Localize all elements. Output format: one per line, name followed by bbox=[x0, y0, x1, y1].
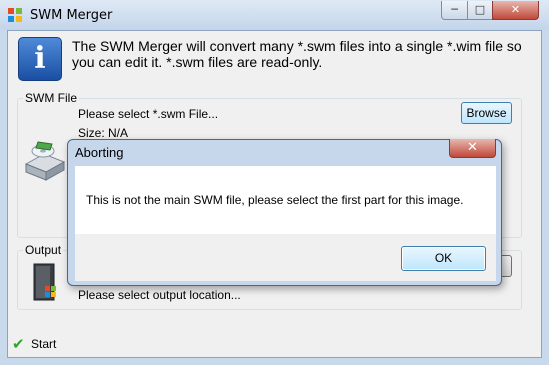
info-message: The SWM Merger will convert many *.swm f… bbox=[72, 38, 522, 70]
swm-file-size: Size: N/A bbox=[78, 126, 129, 140]
swm-file-group-title: SWM File bbox=[23, 91, 79, 105]
app-icon bbox=[8, 8, 22, 22]
close-icon: ✕ bbox=[510, 3, 521, 16]
maximize-icon: □ bbox=[474, 3, 486, 16]
window-title: SWM Merger bbox=[30, 8, 113, 23]
dialog-title: Aborting bbox=[75, 145, 124, 160]
drive-icon bbox=[24, 141, 66, 181]
windows-door-icon bbox=[33, 263, 56, 301]
output-prompt: Please select output location... bbox=[78, 288, 241, 302]
minimize-button[interactable]: ─ bbox=[441, 1, 468, 20]
close-button[interactable]: ✕ bbox=[492, 1, 539, 20]
minimize-icon: ─ bbox=[451, 3, 458, 16]
info-icon: i bbox=[18, 37, 62, 81]
checkmark-icon: ✔ bbox=[12, 335, 25, 353]
browse-button[interactable]: Browse bbox=[461, 102, 512, 124]
close-icon: ✕ bbox=[467, 140, 478, 155]
ok-button[interactable]: OK bbox=[401, 246, 486, 271]
dialog-close-button[interactable]: ✕ bbox=[449, 139, 496, 158]
maximize-button[interactable]: □ bbox=[467, 1, 493, 20]
dialog-message: This is not the main SWM file, please se… bbox=[86, 193, 464, 207]
output-group-title: Output bbox=[23, 243, 64, 257]
start-label: Start bbox=[31, 337, 57, 351]
swm-file-prompt: Please select *.swm File... bbox=[78, 107, 219, 121]
